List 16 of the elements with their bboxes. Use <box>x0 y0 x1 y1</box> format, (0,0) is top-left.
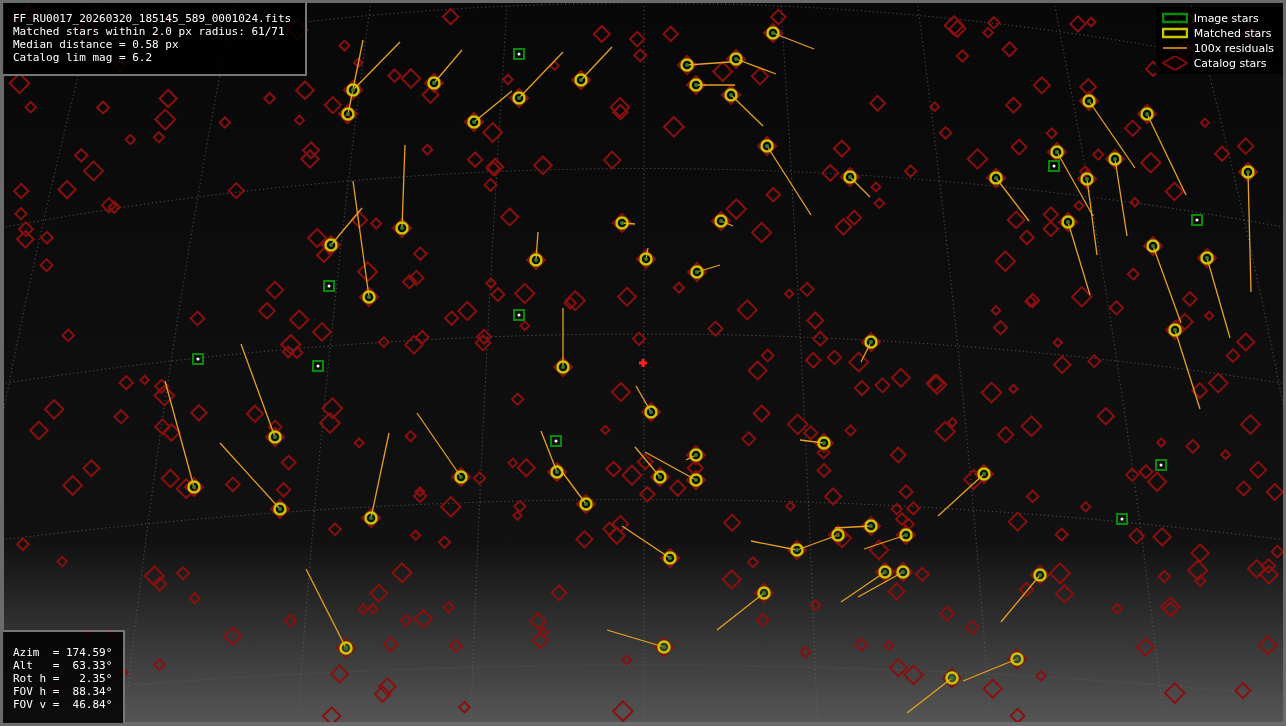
info-text: Catalog lim mag = 6.2 <box>13 51 153 64</box>
legend-swatch-icon <box>1161 26 1188 40</box>
legend-swatch-icon <box>1161 11 1188 25</box>
info-text: FF_RU0017_20260320_185145_589_0001024.fits <box>13 12 292 25</box>
info-text: Matched stars within 2.0 px radius: 61/71 <box>13 25 285 38</box>
legend-swatch-icon <box>1161 56 1188 70</box>
pointing-text: Rot h = 2.35° <box>13 672 113 685</box>
pointing-text: Alt = 63.33° <box>13 659 113 672</box>
legend-label: Catalog stars <box>1193 56 1267 70</box>
pointing-text: FOV h = 88.34° <box>13 685 113 698</box>
info-text: Median distance = 0.58 px <box>13 38 179 51</box>
legend-label: Image stars <box>1193 11 1259 25</box>
pointing-text: FOV v = 46.84° <box>13 698 113 711</box>
legend-label: 100x residuals <box>1193 41 1274 55</box>
pointing-text: Azim = 174.59° <box>13 646 113 659</box>
legend-label: Matched stars <box>1193 26 1272 40</box>
